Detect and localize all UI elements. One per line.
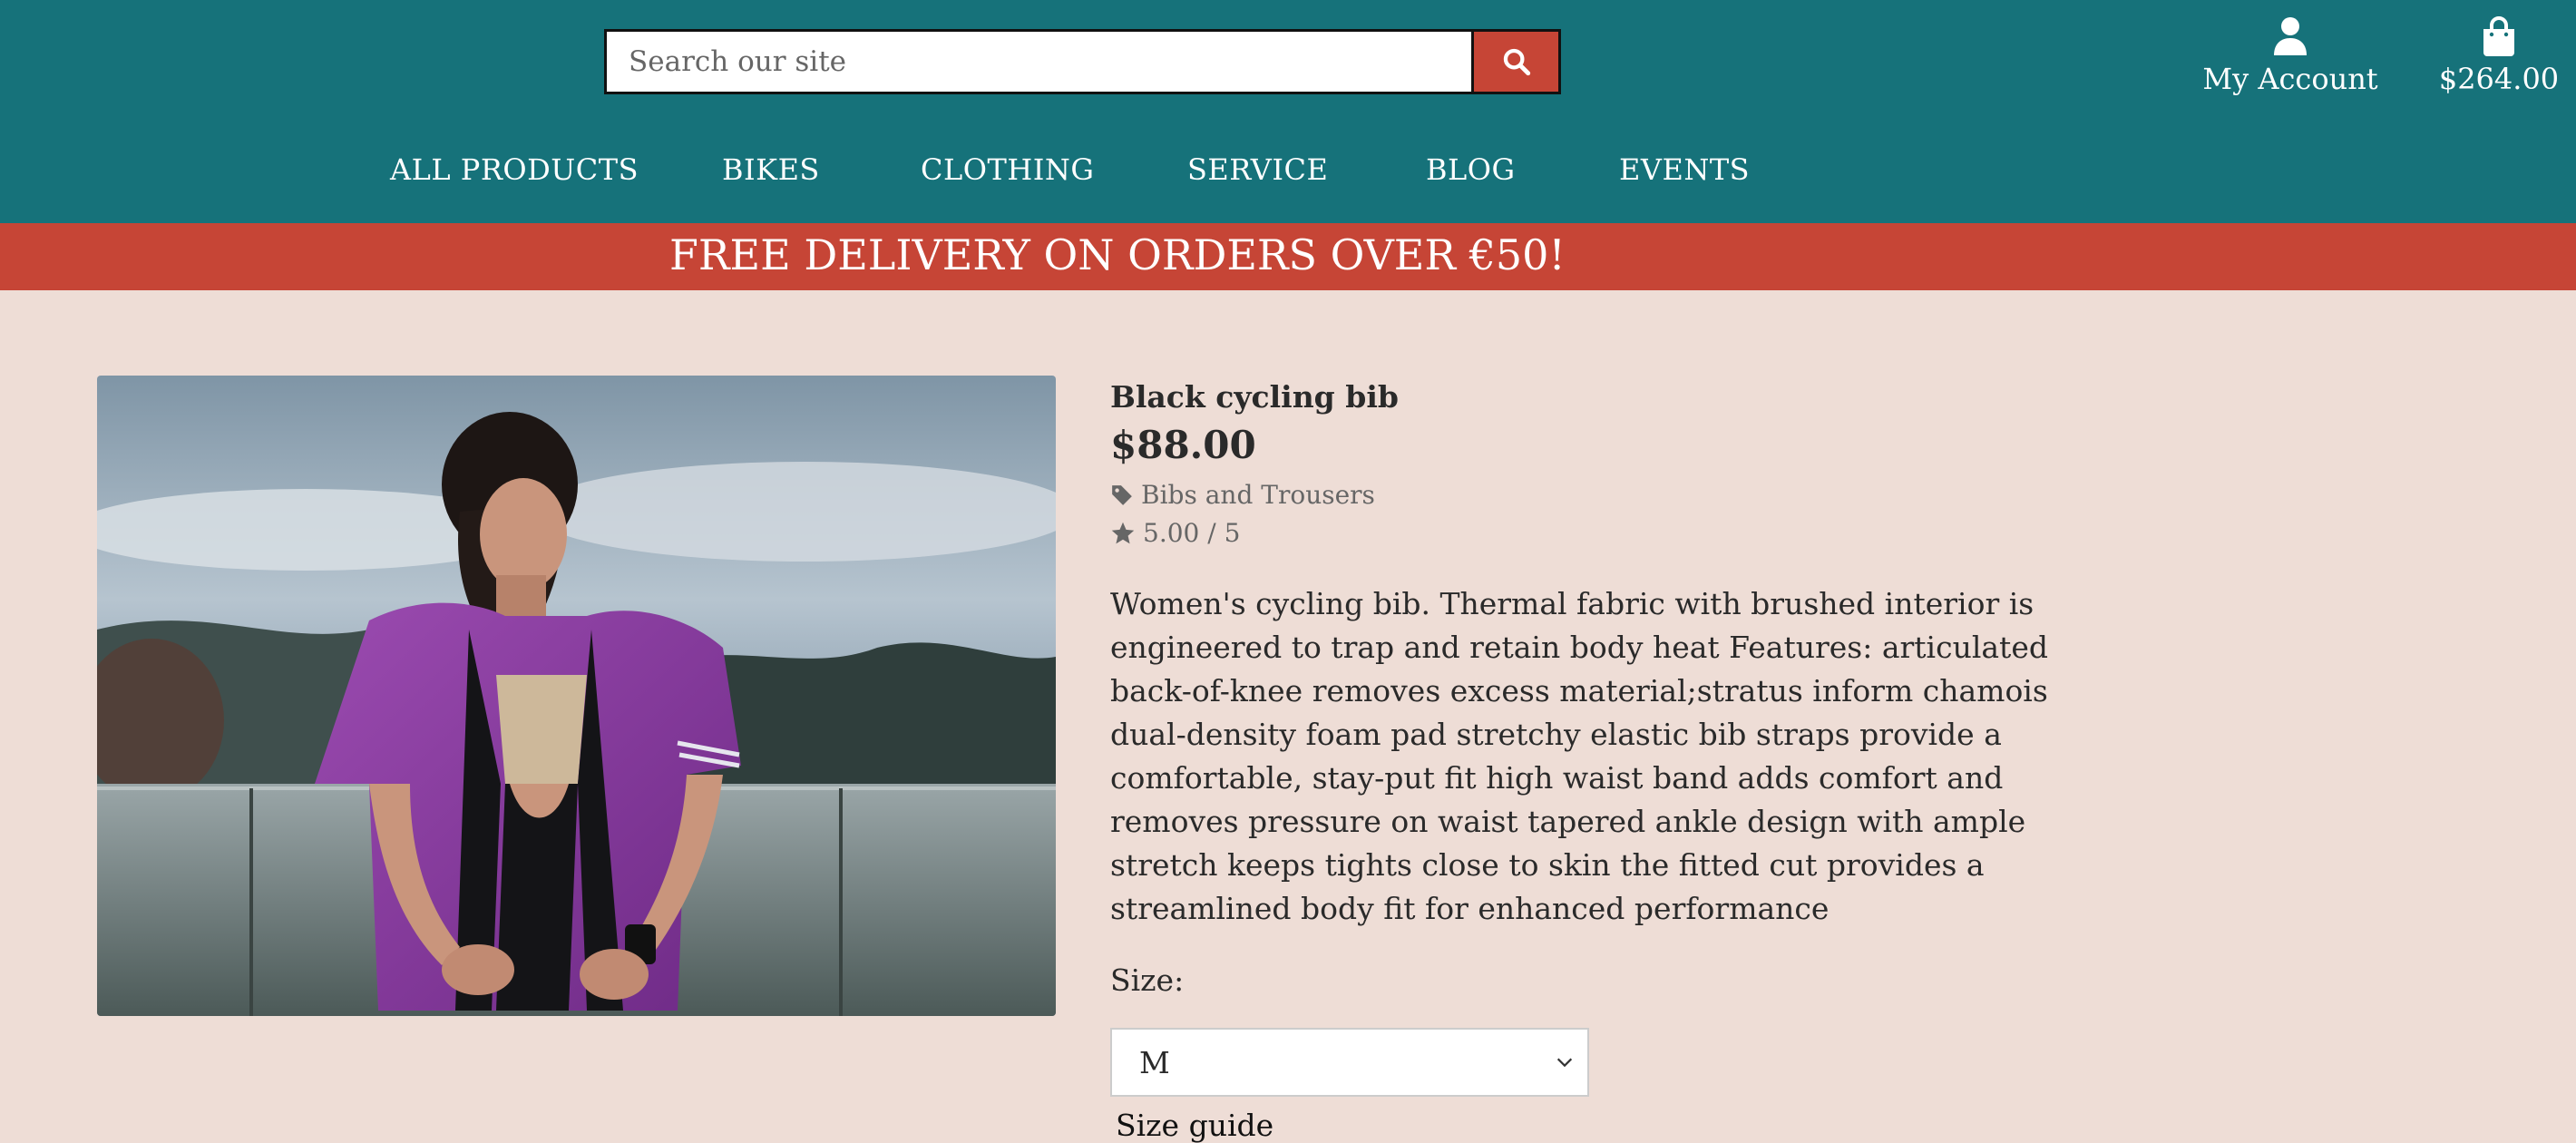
nav-blog[interactable]: BLOG bbox=[1426, 152, 1516, 187]
tag-icon bbox=[1112, 485, 1132, 505]
product-description: Women's cycling bib. Thermal fabric with… bbox=[1110, 586, 2048, 926]
size-selected-value: M bbox=[1139, 1044, 1170, 1080]
product-image bbox=[97, 376, 1056, 1016]
product-rating-value: 5.00 / 5 bbox=[1143, 518, 1241, 548]
site-header: My Account $264.00 ALL PRODUCTS BIKES CL… bbox=[0, 0, 2576, 223]
my-account-label: My Account bbox=[2202, 62, 2378, 96]
search-icon bbox=[1503, 48, 1530, 76]
my-account-link[interactable]: My Account bbox=[2195, 16, 2386, 96]
user-icon bbox=[2274, 17, 2307, 55]
product-category[interactable]: Bibs and Trousers bbox=[1110, 479, 2090, 512]
nav-events[interactable]: EVENTS bbox=[1619, 152, 1750, 187]
size-label: Size: bbox=[1110, 962, 1185, 998]
size-select[interactable]: M bbox=[1110, 1028, 1589, 1097]
search-input[interactable] bbox=[607, 32, 1471, 92]
promo-banner-text: FREE DELIVERY ON ORDERS OVER €50! bbox=[669, 230, 1566, 279]
main-nav: ALL PRODUCTS BIKES CLOTHING SERVICE BLOG… bbox=[0, 152, 2576, 192]
size-guide-link[interactable]: Size guide bbox=[1116, 1108, 2090, 1143]
nav-clothing[interactable]: CLOTHING bbox=[921, 152, 1094, 187]
nav-service[interactable]: SERVICE bbox=[1187, 152, 1328, 187]
product-rating: 5.00 / 5 bbox=[1110, 517, 2090, 550]
product-details: Black cycling bib $88.00 Bibs and Trouse… bbox=[1110, 376, 2090, 1143]
cart-link[interactable]: $264.00 bbox=[2431, 16, 2567, 96]
product-price: $88.00 bbox=[1110, 423, 1256, 467]
search-button[interactable] bbox=[1471, 32, 1558, 92]
product-photo bbox=[97, 376, 1056, 1016]
promo-banner: FREE DELIVERY ON ORDERS OVER €50! bbox=[0, 223, 2576, 290]
chevron-down-icon bbox=[1556, 1058, 1573, 1068]
product-name: Black cycling bib bbox=[1110, 379, 1399, 415]
product-category-label: Bibs and Trousers bbox=[1141, 480, 1375, 510]
cart-total: $264.00 bbox=[2438, 62, 2560, 96]
star-icon bbox=[1111, 522, 1135, 544]
nav-all-products[interactable]: ALL PRODUCTS bbox=[390, 152, 639, 187]
shopping-bag-icon bbox=[2483, 16, 2514, 56]
search-bar bbox=[604, 29, 1561, 94]
nav-bikes[interactable]: BIKES bbox=[722, 152, 820, 187]
